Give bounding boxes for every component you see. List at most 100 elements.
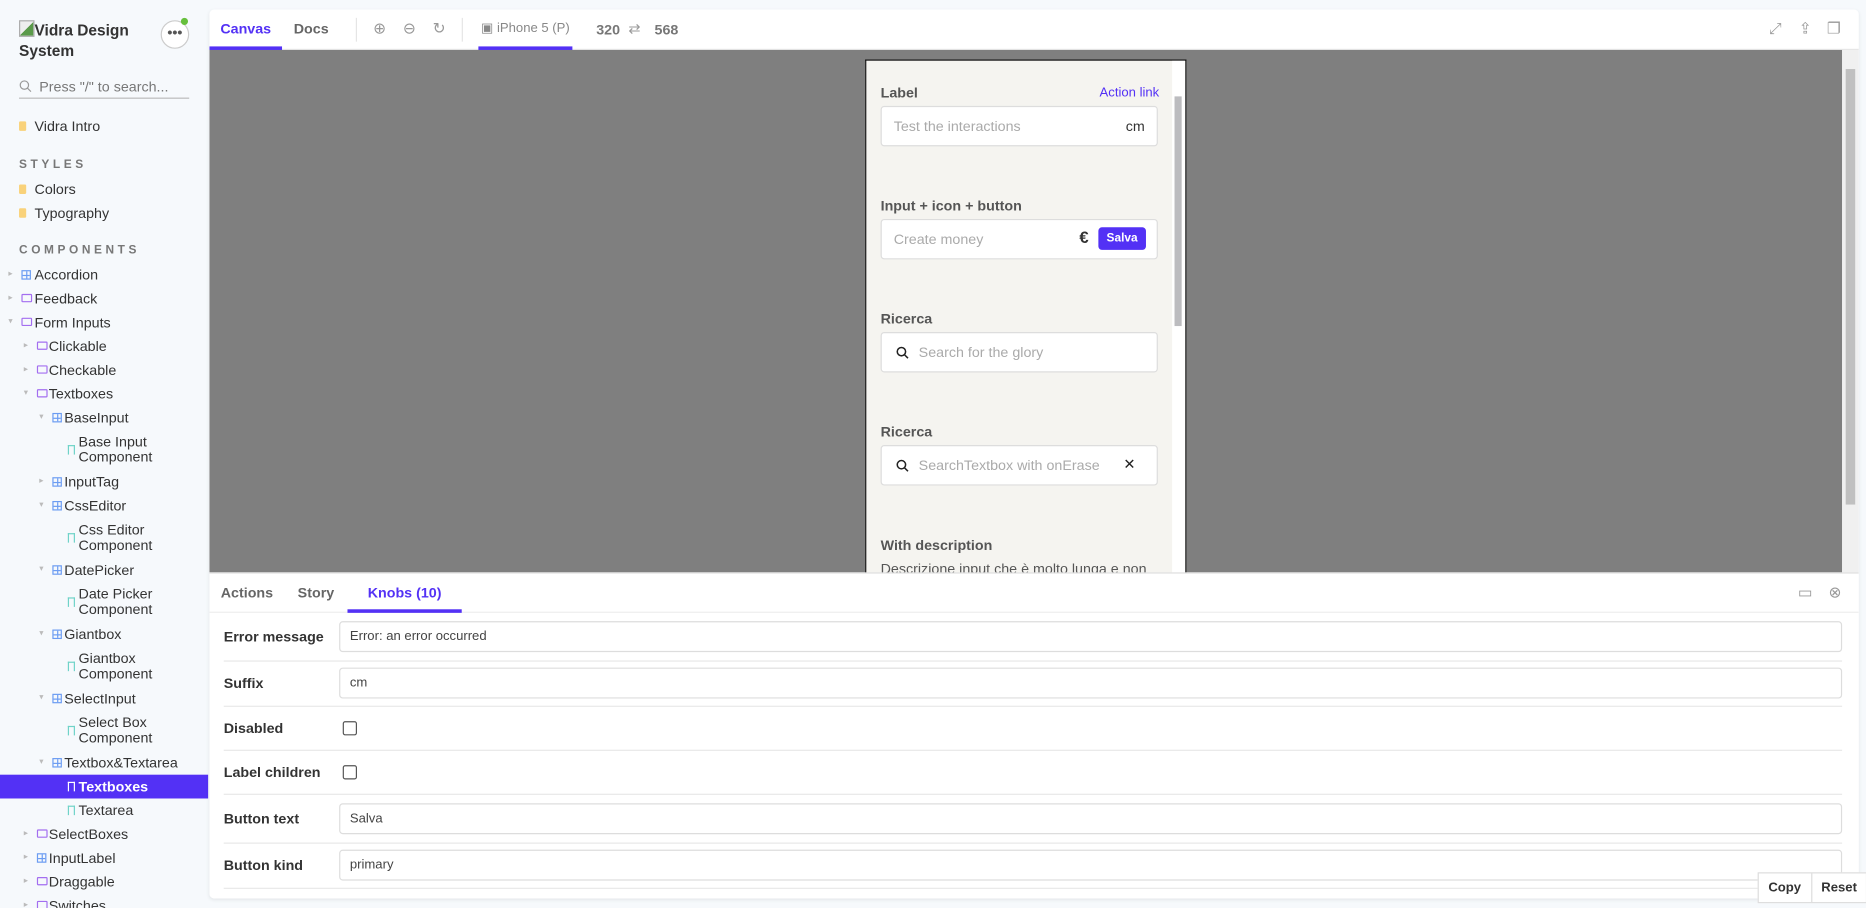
chevron-down-icon[interactable]: ▾ (24, 382, 28, 406)
action-link[interactable]: Action link (1100, 86, 1160, 100)
sidebar-item[interactable]: Select Box Component (0, 710, 208, 750)
tab-canvas[interactable]: Canvas (209, 10, 283, 50)
document-icon (19, 208, 27, 218)
chevron-right-icon[interactable]: ▸ (8, 287, 12, 311)
sidebar-item[interactable]: ▾ Form Inputs (0, 311, 208, 335)
sidebar-item[interactable]: ▾ DatePicker (0, 558, 208, 582)
device-scrollbar[interactable] (1172, 60, 1186, 574)
close-panel-icon[interactable]: ⊗ (1827, 584, 1844, 601)
folder-icon (36, 877, 48, 886)
section-heading-styles: STYLES (19, 158, 87, 172)
chevron-down-icon[interactable]: ▾ (39, 494, 43, 518)
sidebar-item-colors[interactable]: Colors (0, 177, 208, 201)
sidebar-item[interactable]: ▾ SelectInput (0, 687, 208, 711)
sidebar-item[interactable]: ▸ Feedback (0, 287, 208, 311)
folder-icon (21, 317, 33, 327)
copy-link-icon[interactable]: ❐ (1825, 20, 1842, 37)
sidebar-item[interactable]: ▾ Textbox&Textarea (0, 751, 208, 775)
sidebar-item[interactable]: ▾ Textboxes (0, 382, 208, 406)
panel-position-icon[interactable]: ▭ (1797, 584, 1814, 601)
tab-docs[interactable]: Docs (284, 10, 338, 47)
chevron-down-icon[interactable]: ▾ (39, 406, 43, 430)
sidebar-item[interactable]: ▸ Clickable (0, 334, 208, 358)
zoom-reset-icon[interactable]: ↻ (431, 20, 448, 37)
tab-knobs[interactable]: Knobs (10) (347, 574, 462, 613)
chevron-right-icon[interactable]: ▸ (24, 822, 28, 846)
field-label: Ricerca (880, 423, 933, 441)
sidebar-item[interactable]: ▾ CssEditor (0, 494, 208, 518)
field-label: Label (880, 84, 918, 102)
text-input-suffix[interactable]: Test the interactions cm (880, 105, 1158, 147)
search-input[interactable]: Press "/" to search... (19, 75, 190, 99)
sidebar-item-vidra-intro[interactable]: Vidra Intro (0, 114, 208, 138)
brand-logo[interactable]: Vidra Design System (19, 20, 150, 60)
sidebar-item[interactable]: ▾ Giantbox (0, 622, 208, 646)
fullscreen-icon[interactable]: ⤢ (1767, 20, 1784, 37)
chevron-right-icon[interactable]: ▸ (24, 870, 28, 894)
component-icon (52, 477, 62, 487)
folder-icon (36, 900, 48, 908)
bookmark-icon (67, 445, 75, 455)
chevron-right-icon[interactable]: ▸ (39, 470, 43, 494)
sidebar-item-typography[interactable]: Typography (0, 201, 208, 225)
section-heading-components: COMPONENTS (19, 243, 141, 258)
tab-story[interactable]: Story (288, 574, 344, 610)
chevron-right-icon[interactable]: ▸ (8, 263, 12, 287)
device-selector[interactable]: ▣ iPhone 5 (P) (478, 10, 573, 50)
sidebar-item[interactable]: ▸ Draggable (0, 870, 208, 894)
viewport-width: 320 (596, 21, 621, 39)
bookmark-icon (67, 597, 75, 607)
sidebar-item[interactable]: ▸ InputLabel (0, 846, 208, 870)
chevron-down-icon[interactable]: ▾ (8, 311, 12, 335)
money-input[interactable]: Create money € Salva (880, 218, 1158, 260)
sidebar-item[interactable]: ▾ BaseInput (0, 406, 208, 430)
canvas-scrollbar[interactable] (1842, 49, 1859, 573)
knob-row: Button text Salva (223, 794, 1843, 844)
swap-dimensions-icon[interactable]: ⇄ (628, 20, 640, 37)
component-icon (52, 629, 62, 640)
copy-button[interactable]: Copy (1759, 873, 1812, 903)
addons-tabs: Actions Story Knobs (10) ▭ ⊗ (209, 574, 1859, 613)
knob-row: Error message Error: an error occurred (223, 613, 1843, 662)
sidebar-item[interactable]: Textboxes (0, 774, 209, 799)
knob-checkbox[interactable] (342, 720, 358, 735)
knob-label: Button text (223, 809, 300, 827)
sidebar-item[interactable]: Textarea (0, 798, 208, 822)
save-button[interactable]: Salva (1098, 227, 1146, 250)
erase-button[interactable]: ✕ (1123, 456, 1135, 473)
sidebar-item[interactable]: ▸ Accordion (0, 263, 208, 287)
knob-row: Disabled (223, 706, 1843, 751)
zoom-out-icon[interactable]: ⊖ (401, 20, 418, 37)
tab-actions[interactable]: Actions (209, 574, 284, 610)
chevron-right-icon[interactable]: ▸ (24, 894, 28, 908)
chevron-right-icon[interactable]: ▸ (24, 846, 28, 870)
sidebar-item[interactable]: ▸ Checkable (0, 358, 208, 382)
share-icon[interactable]: ⇪ (1797, 20, 1814, 37)
chevron-down-icon[interactable]: ▾ (39, 687, 43, 711)
reset-button[interactable]: Reset (1812, 873, 1866, 902)
knob-input[interactable]: Salva (339, 802, 1843, 834)
sidebar-item[interactable]: ▸ SelectBoxes (0, 822, 208, 846)
sidebar-item[interactable]: Css Editor Component (0, 518, 208, 558)
knob-input[interactable]: cm (339, 667, 1843, 699)
knob-checkbox[interactable] (342, 764, 358, 779)
preview-canvas: Label Action link Test the interactions c… (209, 49, 1843, 574)
status-dot (180, 17, 189, 25)
sidebar-item[interactable]: Base Input Component (0, 430, 208, 470)
zoom-in-icon[interactable]: ⊕ (371, 20, 388, 37)
sidebar-item[interactable]: Giantbox Component (0, 646, 208, 686)
chevron-down-icon[interactable]: ▾ (39, 558, 43, 582)
chevron-right-icon[interactable]: ▸ (24, 358, 28, 382)
device-icon: ▣ (480, 21, 497, 36)
chevron-down-icon[interactable]: ▾ (39, 751, 43, 775)
knob-input[interactable]: Error: an error occurred (339, 621, 1843, 653)
chevron-down-icon[interactable]: ▾ (39, 622, 43, 646)
knob-input[interactable]: primary (339, 849, 1843, 881)
sidebar-item[interactable]: ▸ InputTag (0, 470, 208, 494)
document-icon (19, 184, 27, 194)
search-erase-field[interactable]: SearchTextbox with onErase ✕ (880, 445, 1158, 486)
chevron-right-icon[interactable]: ▸ (24, 334, 28, 358)
sidebar-item[interactable]: Date Picker Component (0, 582, 208, 622)
search-field[interactable]: Search for the glory (880, 332, 1158, 373)
sidebar-item[interactable]: ▸ Switches (0, 894, 208, 908)
